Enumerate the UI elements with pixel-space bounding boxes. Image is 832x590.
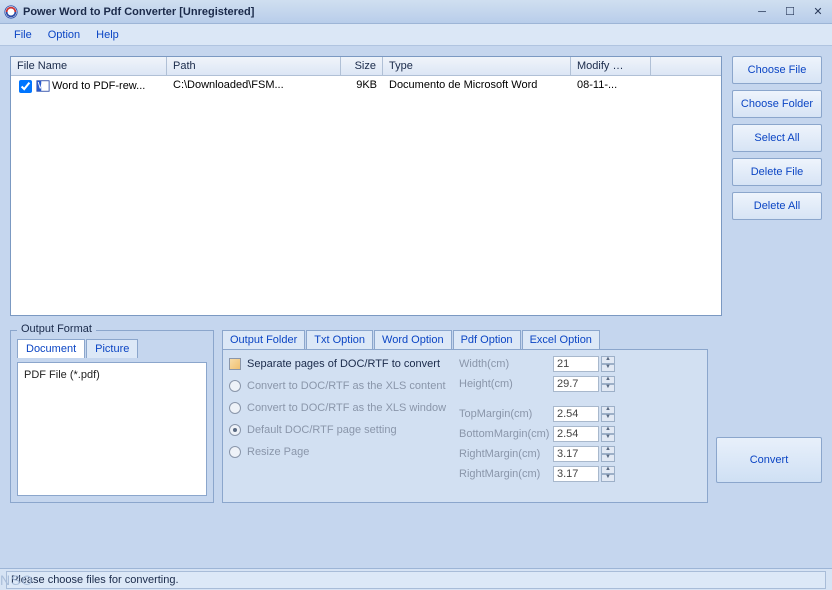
page-setting-radios: Separate pages of DOC/RTF to convert Con… [223, 350, 453, 502]
maximize-button[interactable]: ☐ [780, 4, 800, 20]
col-type[interactable]: Type [383, 57, 571, 75]
app-icon [4, 5, 18, 19]
menu-help[interactable]: Help [88, 27, 127, 43]
tab-txt-option[interactable]: Txt Option [306, 330, 373, 349]
tab-word-option[interactable]: Word Option [374, 330, 452, 349]
tab-output-folder[interactable]: Output Folder [222, 330, 305, 349]
output-format-body[interactable]: PDF File (*.pdf) [17, 362, 207, 496]
col-size[interactable]: Size [341, 57, 383, 75]
label-width: Width(cm) [459, 358, 551, 370]
tab-excel-option[interactable]: Excel Option [522, 330, 600, 349]
radio-icon [229, 424, 241, 436]
input-bottom[interactable] [553, 426, 599, 442]
close-button[interactable]: ✕ [808, 4, 828, 20]
options-panel: Output Folder Txt Option Word Option Pdf… [222, 330, 708, 503]
titlebar: Power Word to Pdf Converter [Unregistere… [0, 0, 832, 24]
svg-text:W: W [38, 81, 48, 92]
input-top[interactable] [553, 406, 599, 422]
label-right2: RightMargin(cm) [459, 468, 551, 480]
file-list-header: File Name Path Size Type Modify … [11, 57, 721, 76]
col-filename[interactable]: File Name [11, 57, 167, 75]
format-item-pdf[interactable]: PDF File (*.pdf) [24, 369, 200, 381]
radio-icon [229, 380, 241, 392]
label-height: Height(cm) [459, 378, 551, 390]
tab-picture[interactable]: Picture [86, 339, 138, 358]
side-buttons: Choose File Choose Folder Select All Del… [732, 56, 822, 316]
delete-file-button[interactable]: Delete File [732, 158, 822, 186]
input-right1[interactable] [553, 446, 599, 462]
cell-type: Documento de Microsoft Word [383, 78, 571, 94]
label-bottom: BottomMargin(cm) [459, 428, 551, 440]
statusbar: Please choose files for converting. [0, 568, 832, 590]
spinner-right1[interactable]: ▲▼ [601, 446, 615, 462]
minimize-button[interactable]: ─ [752, 4, 772, 20]
menu-file[interactable]: File [6, 27, 40, 43]
tab-document[interactable]: Document [17, 339, 85, 358]
spinner-bottom[interactable]: ▲▼ [601, 426, 615, 442]
label-right1: RightMargin(cm) [459, 448, 551, 460]
radio-icon [229, 446, 241, 458]
tab-pdf-option[interactable]: Pdf Option [453, 330, 521, 349]
cell-filename: Word to PDF-rew... [52, 80, 145, 92]
choose-file-button[interactable]: Choose File [732, 56, 822, 84]
menu-option[interactable]: Option [40, 27, 88, 43]
convert-button[interactable]: Convert [716, 437, 822, 483]
radio-resize[interactable]: Resize Page [229, 446, 447, 458]
radio-default[interactable]: Default DOC/RTF page setting [229, 424, 447, 436]
col-path[interactable]: Path [167, 57, 341, 75]
radio-separate[interactable]: Separate pages of DOC/RTF to convert [229, 358, 447, 370]
file-list[interactable]: File Name Path Size Type Modify … W Word… [10, 56, 722, 316]
word-doc-icon: W [36, 79, 50, 93]
label-top: TopMargin(cm) [459, 408, 551, 420]
spinner-width[interactable]: ▲▼ [601, 356, 615, 372]
col-modify[interactable]: Modify … [571, 57, 651, 75]
window-title: Power Word to Pdf Converter [Unregistere… [23, 6, 744, 18]
input-width[interactable] [553, 356, 599, 372]
status-text: Please choose files for converting. [6, 571, 826, 589]
checkbox-icon [229, 358, 241, 370]
spinner-right2[interactable]: ▲▼ [601, 466, 615, 482]
output-format-group: Output Format Document Picture PDF File … [10, 330, 214, 503]
radio-icon [229, 402, 241, 414]
menubar: File Option Help [0, 24, 832, 46]
radio-as-window[interactable]: Convert to DOC/RTF as the XLS window [229, 402, 447, 414]
cell-modify: 08-11-... [571, 78, 651, 94]
choose-folder-button[interactable]: Choose Folder [732, 90, 822, 118]
input-right2[interactable] [553, 466, 599, 482]
output-format-label: Output Format [17, 323, 96, 335]
cell-size: 9KB [341, 78, 383, 94]
spinner-height[interactable]: ▲▼ [601, 376, 615, 392]
select-all-button[interactable]: Select All [732, 124, 822, 152]
table-row[interactable]: W Word to PDF-rew... C:\Downloaded\FSM..… [11, 76, 721, 96]
spinner-top[interactable]: ▲▼ [601, 406, 615, 422]
cell-path: C:\Downloaded\FSM... [167, 78, 341, 94]
delete-all-button[interactable]: Delete All [732, 192, 822, 220]
row-checkbox[interactable] [19, 80, 32, 93]
radio-as-content[interactable]: Convert to DOC/RTF as the XLS content [229, 380, 447, 392]
page-margins: Width(cm) ▲▼ Height(cm) ▲▼ TopMargin(cm) ▲▼… [453, 350, 707, 502]
input-height[interactable] [553, 376, 599, 392]
